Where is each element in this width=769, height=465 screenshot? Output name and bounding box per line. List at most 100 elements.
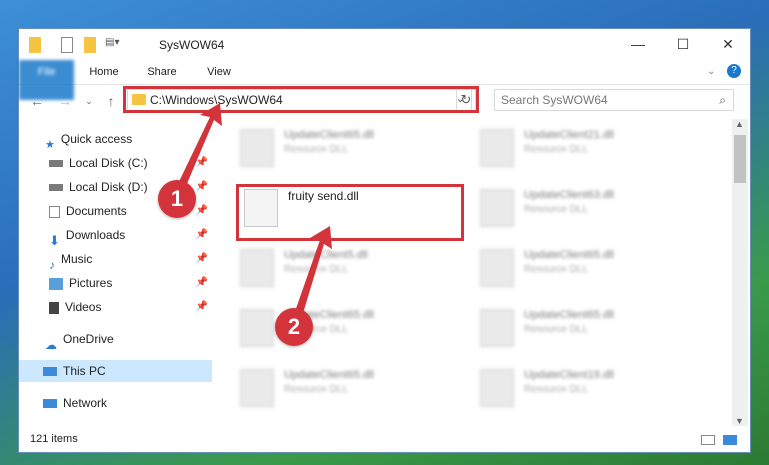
customize-toolbar-icon[interactable]: ▤▾ (105, 37, 127, 53)
dll-file-icon (480, 249, 514, 287)
file-type: Resource DLL (284, 264, 348, 275)
sidebar-item-downloads[interactable]: ⬇ Downloads 📌 (49, 224, 212, 248)
sidebar-item-this-pc[interactable]: This PC (19, 360, 212, 382)
dll-file-icon (240, 309, 274, 347)
file-name: UpdateClient65.dll (284, 369, 374, 381)
dll-file-icon (240, 249, 274, 287)
dll-file-icon (240, 129, 274, 167)
help-icon[interactable]: ? (727, 64, 741, 78)
sidebar-item-onedrive[interactable]: ☁ OneDrive (45, 328, 210, 352)
list-item[interactable]: UpdateClient19.dll Resource DLL (480, 367, 700, 407)
sidebar-item-label: Videos (65, 300, 102, 314)
sidebar-item-label: Downloads (65, 228, 126, 242)
sidebar-item-pictures[interactable]: Pictures 📌 (49, 272, 212, 294)
music-note-icon: ♪ (49, 257, 55, 272)
search-icon: ⌕ (719, 93, 726, 107)
file-type: Resource DLL (524, 324, 588, 335)
sidebar-item-label: Pictures (69, 276, 113, 290)
list-item[interactable]: UpdateClient65.dll Resource DLL (480, 307, 700, 347)
scroll-thumb[interactable] (734, 135, 746, 183)
close-button[interactable]: ✕ (705, 29, 751, 59)
computer-icon (43, 367, 57, 377)
navigation-pane: ★ Quick access Local Disk (C:) 📌 Local Dis… (19, 124, 212, 424)
dll-file-icon (480, 309, 514, 347)
sidebar-item-quick-access[interactable]: ★ Quick access (45, 128, 210, 151)
sidebar-item-label: Network (63, 396, 108, 410)
scroll-down-icon[interactable]: ▼ (735, 416, 744, 426)
list-item[interactable]: UpdateClient65.dll Resource DLL (240, 307, 460, 347)
address-highlight-box (123, 86, 479, 113)
maximize-button[interactable]: ☐ (660, 29, 706, 59)
dll-file-icon (480, 189, 514, 227)
scroll-up-icon[interactable]: ▲ (735, 119, 744, 129)
sidebar-item-label: Local Disk (D:) (69, 180, 148, 194)
sidebar-item-label: OneDrive (63, 332, 114, 346)
sidebar-item-music[interactable]: ♪ Music 📌 (49, 248, 212, 272)
drive-icon (49, 184, 63, 192)
file-name: UpdateClient5.dll (284, 249, 368, 261)
search-placeholder: Search SysWOW64 (501, 93, 608, 107)
video-icon (49, 301, 59, 314)
forward-arrow-icon[interactable]: → (57, 93, 73, 109)
list-item[interactable]: UpdateClient21.dll Resource DLL (480, 127, 700, 167)
pin-icon: 📌 (195, 205, 208, 216)
status-bar: 121 items (19, 429, 750, 453)
list-item[interactable]: UpdateClient65.dll Resource DLL (480, 247, 700, 287)
file-highlight-box (236, 184, 464, 241)
sidebar-item-network[interactable]: Network (43, 392, 210, 414)
pin-icon: 📌 (195, 253, 208, 264)
file-type: Resource DLL (284, 384, 348, 395)
explorer-window: ▤▾ SysWOW64 — ☐ ✕ File Home Share View ⌄… (18, 28, 751, 453)
file-type: Resource DLL (524, 384, 588, 395)
folder-icon (29, 37, 41, 53)
drive-icon (49, 160, 63, 168)
ribbon-tabs: File Home Share View ⌄ ? (19, 60, 750, 100)
properties-icon[interactable] (61, 37, 73, 53)
vertical-scrollbar[interactable]: ▲ ▼ (732, 119, 748, 426)
new-folder-icon[interactable] (84, 37, 96, 53)
sidebar-item-videos[interactable]: Videos 📌 (49, 296, 212, 318)
list-item[interactable]: UpdateClient5.dll Resource DLL (240, 247, 460, 287)
list-item[interactable]: UpdateClient63.dll Resource DLL (480, 187, 700, 227)
sidebar-item-label: This PC (63, 364, 106, 378)
sidebar-item-label: Music (61, 252, 93, 266)
tab-home[interactable]: Home (79, 60, 129, 84)
up-arrow-icon[interactable]: ↑ (103, 93, 119, 109)
details-view-icon[interactable] (701, 435, 715, 445)
pictures-icon (49, 277, 63, 290)
step-badge-1: 1 (158, 180, 196, 218)
cloud-icon: ☁ (45, 337, 57, 352)
file-name: UpdateClient65.dll (524, 249, 614, 261)
network-icon (43, 399, 57, 409)
recent-locations-icon[interactable]: ⌄ (81, 93, 97, 109)
navigation-bar: ← → ⌄ ↑ C:\Windows\SysWOW64 ⌄ ↻ Search S… (19, 85, 750, 117)
expand-ribbon-icon[interactable]: ⌄ (707, 66, 715, 77)
tab-view[interactable]: View (194, 60, 244, 84)
dll-file-icon (240, 369, 274, 407)
file-type: Resource DLL (524, 144, 588, 155)
list-item[interactable]: UpdateClient65.dll Resource DLL (240, 367, 460, 407)
pin-icon: 📌 (195, 277, 208, 288)
search-input[interactable]: Search SysWOW64 ⌕ (494, 89, 734, 111)
window-title: SysWOW64 (159, 38, 225, 52)
file-name: UpdateClient65.dll (524, 309, 614, 321)
minimize-button[interactable]: — (615, 29, 661, 59)
pin-icon: 📌 (195, 229, 208, 240)
file-name: UpdateClient65.dll (284, 129, 374, 141)
file-type: Resource DLL (524, 264, 588, 275)
download-arrow-icon: ⬇ (49, 232, 60, 248)
large-icons-view-icon[interactable] (723, 435, 737, 445)
file-type: Resource DLL (524, 204, 588, 215)
list-item[interactable]: UpdateClient65.dll Resource DLL (240, 127, 460, 167)
sidebar-item-local-disk-c[interactable]: Local Disk (C:) 📌 (49, 152, 212, 174)
tab-share[interactable]: Share (137, 60, 187, 84)
document-icon (49, 205, 60, 218)
item-count: 121 items (30, 433, 78, 445)
back-arrow-icon[interactable]: ← (29, 93, 45, 109)
file-name: UpdateClient63.dll (524, 189, 614, 201)
file-name: UpdateClient21.dll (524, 129, 614, 141)
star-icon: ★ (45, 138, 55, 151)
pin-icon: 📌 (195, 301, 208, 312)
sidebar-item-label: Documents (66, 204, 127, 218)
pin-icon: 📌 (195, 157, 208, 168)
